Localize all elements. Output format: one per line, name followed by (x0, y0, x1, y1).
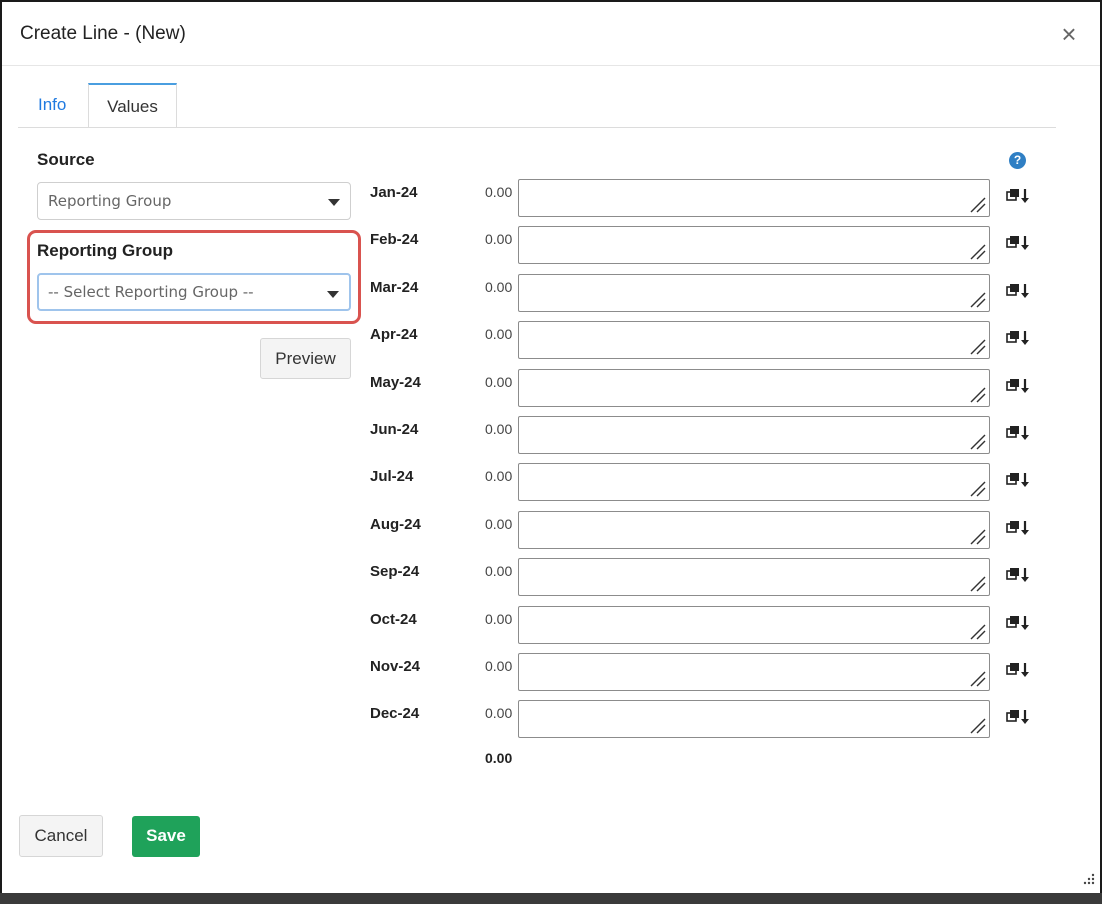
copy-down-icon[interactable] (1006, 567, 1030, 583)
tab-values[interactable]: Values (88, 83, 177, 128)
copy-down-icon[interactable] (1006, 662, 1030, 678)
month-label: Jul-24 (370, 468, 414, 485)
month-value: 0.00 (485, 184, 513, 200)
month-notes-field[interactable] (518, 511, 990, 549)
month-label: Nov-24 (370, 658, 421, 675)
help-icon[interactable]: ? (1009, 152, 1026, 169)
month-notes-field[interactable] (518, 274, 990, 312)
textarea-resize-icon[interactable] (968, 574, 986, 592)
month-value: 0.00 (485, 231, 513, 247)
textarea-resize-icon[interactable] (968, 669, 986, 687)
month-notes-field[interactable] (518, 321, 990, 359)
resize-grip-icon[interactable] (1082, 872, 1096, 886)
month-label: May-24 (370, 374, 421, 391)
close-icon[interactable]: × (1057, 20, 1081, 48)
month-row: Jul-24 0.00 (0, 463, 1102, 503)
textarea-resize-icon[interactable] (968, 242, 986, 260)
month-label: Aug-24 (370, 516, 421, 533)
copy-down-icon[interactable] (1006, 425, 1030, 441)
month-notes-field[interactable] (518, 606, 990, 644)
month-row: Oct-24 0.00 (0, 606, 1102, 646)
month-label: Feb-24 (370, 231, 419, 248)
window-bottom-edge (0, 893, 1102, 904)
textarea-resize-icon[interactable] (968, 527, 986, 545)
copy-down-icon[interactable] (1006, 472, 1030, 488)
month-notes-field[interactable] (518, 653, 990, 691)
month-row: Nov-24 0.00 (0, 653, 1102, 693)
month-label: Jan-24 (370, 184, 418, 201)
source-label: Source (37, 150, 95, 169)
month-value: 0.00 (485, 516, 513, 532)
month-value: 0.00 (485, 279, 513, 295)
month-value: 0.00 (485, 326, 513, 342)
month-notes-field[interactable] (518, 226, 990, 264)
month-row: Mar-24 0.00 (0, 274, 1102, 314)
textarea-resize-icon[interactable] (968, 716, 986, 734)
textarea-resize-icon[interactable] (968, 290, 986, 308)
total-value: 0.00 (485, 750, 513, 766)
dialog-header: Create Line - (New) × (2, 2, 1100, 66)
month-value: 0.00 (485, 611, 513, 627)
copy-down-icon[interactable] (1006, 615, 1030, 631)
month-row: May-24 0.00 (0, 369, 1102, 409)
textarea-resize-icon[interactable] (968, 432, 986, 450)
textarea-resize-icon[interactable] (968, 385, 986, 403)
month-row: Jan-24 0.00 (0, 179, 1102, 219)
month-value: 0.00 (485, 374, 513, 390)
copy-down-icon[interactable] (1006, 283, 1030, 299)
cancel-button[interactable]: Cancel (19, 815, 103, 857)
copy-down-icon[interactable] (1006, 235, 1030, 251)
textarea-resize-icon[interactable] (968, 337, 986, 355)
month-notes-field[interactable] (518, 558, 990, 596)
month-label: Oct-24 (370, 611, 417, 628)
tab-info[interactable]: Info (22, 83, 86, 128)
textarea-resize-icon[interactable] (968, 622, 986, 640)
month-label: Dec-24 (370, 705, 420, 722)
textarea-resize-icon[interactable] (968, 479, 986, 497)
month-row: Sep-24 0.00 (0, 558, 1102, 598)
month-label: Apr-24 (370, 326, 418, 343)
month-value: 0.00 (485, 658, 513, 674)
month-row: Jun-24 0.00 (0, 416, 1102, 456)
month-row: Feb-24 0.00 (0, 226, 1102, 266)
month-notes-field[interactable] (518, 700, 990, 738)
textarea-resize-icon[interactable] (968, 195, 986, 213)
month-label: Mar-24 (370, 279, 419, 296)
month-value: 0.00 (485, 468, 513, 484)
copy-down-icon[interactable] (1006, 709, 1030, 725)
copy-down-icon[interactable] (1006, 188, 1030, 204)
month-notes-field[interactable] (518, 463, 990, 501)
copy-down-icon[interactable] (1006, 378, 1030, 394)
month-value: 0.00 (485, 421, 513, 437)
month-label: Sep-24 (370, 563, 420, 580)
tabs-divider (18, 127, 1056, 128)
month-notes-field[interactable] (518, 179, 990, 217)
copy-down-icon[interactable] (1006, 330, 1030, 346)
month-notes-field[interactable] (518, 416, 990, 454)
month-row: Apr-24 0.00 (0, 321, 1102, 361)
month-row: Dec-24 0.00 (0, 700, 1102, 740)
month-notes-field[interactable] (518, 369, 990, 407)
dialog-title: Create Line - (New) (20, 23, 186, 44)
month-value: 0.00 (485, 705, 513, 721)
month-row: Aug-24 0.00 (0, 511, 1102, 551)
copy-down-icon[interactable] (1006, 520, 1030, 536)
month-label: Jun-24 (370, 421, 419, 438)
month-value: 0.00 (485, 563, 513, 579)
save-button[interactable]: Save (132, 816, 200, 857)
